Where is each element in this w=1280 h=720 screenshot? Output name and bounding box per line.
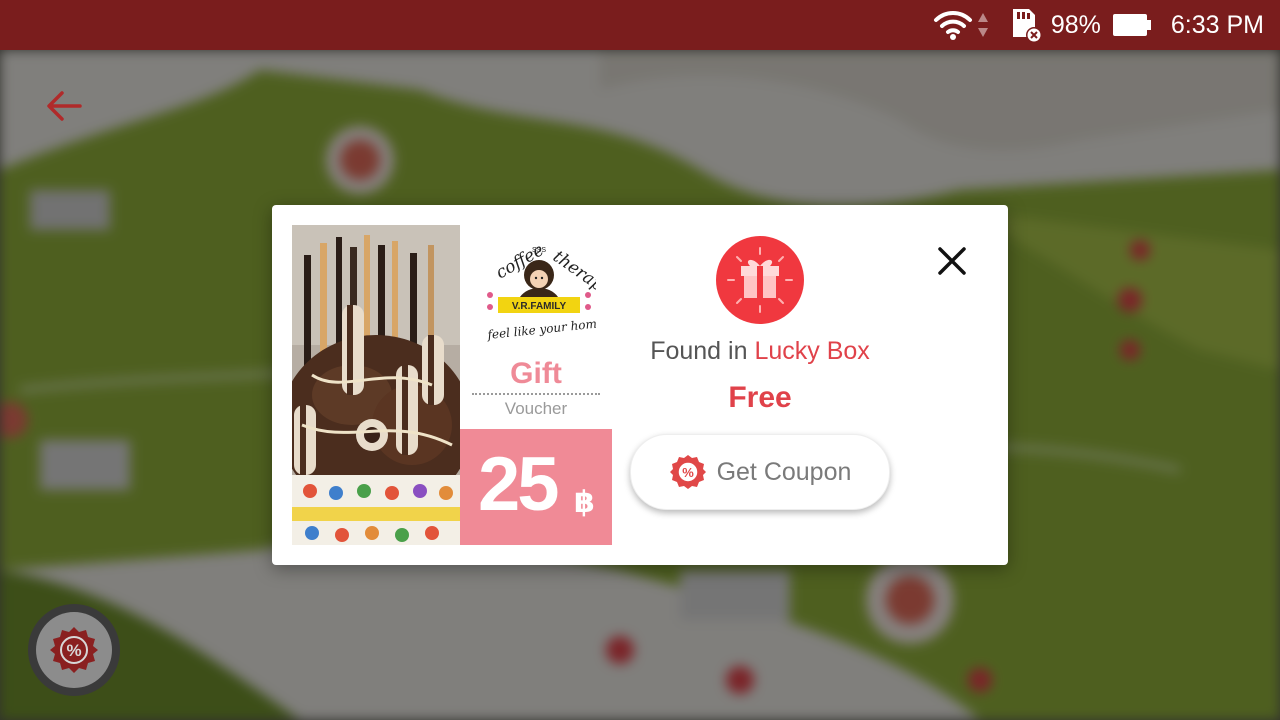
- found-source-link: Lucky Box: [754, 337, 870, 365]
- voucher-type-title: Gift: [510, 357, 562, 390]
- voucher-value-box: 25 ฿: [460, 429, 612, 545]
- voucher-type-subtitle: Voucher: [504, 399, 568, 418]
- voucher-amount: 25: [478, 442, 560, 527]
- back-arrow-icon[interactable]: [46, 88, 82, 124]
- clock: 6:33 PM: [1170, 10, 1264, 39]
- close-icon[interactable]: [932, 241, 972, 281]
- found-prefix: Found in: [650, 337, 748, 365]
- battery-icon: [1112, 14, 1151, 36]
- price-label: Free: [728, 381, 792, 414]
- logo-small-text: SSS: [532, 247, 546, 254]
- dotted-divider: [472, 393, 600, 395]
- logo-banner: V.R.FAMILY: [512, 301, 567, 312]
- coupon-fab-inner: %: [36, 612, 112, 688]
- get-coupon-button[interactable]: % Get Coupon: [630, 434, 890, 510]
- get-coupon-label: Get Coupon: [716, 457, 852, 486]
- coupon-badge-icon: %: [50, 627, 98, 673]
- battery-percent: 98%: [1050, 10, 1101, 39]
- dessert-image: [292, 225, 460, 545]
- svg-text:%: %: [66, 641, 81, 660]
- product-photo: [292, 225, 460, 545]
- shop-logo: coffee therapy SSS V.R.FAMILY feel like …: [486, 240, 596, 342]
- wifi-icon: [933, 10, 972, 40]
- gift-box-icon: [716, 236, 804, 324]
- coupon-percent-icon: %: [669, 455, 706, 489]
- status-bar: 98% 6:33 PM: [0, 0, 1280, 50]
- svg-text:%: %: [682, 465, 694, 480]
- currency-symbol: ฿: [574, 486, 595, 519]
- data-arrows-icon: [977, 13, 988, 37]
- gift-voucher-dialog: coffee therapy SSS V.R.FAMILY feel like …: [272, 205, 1008, 565]
- sd-card-icon: [1012, 9, 1042, 43]
- logo-tagline: feel like your home: [486, 316, 596, 342]
- found-in-text: Found in Lucky Box: [624, 337, 896, 366]
- status-icons: 98% 6:33 PM: [933, 0, 1264, 50]
- coupon-fab-button[interactable]: %: [28, 604, 120, 696]
